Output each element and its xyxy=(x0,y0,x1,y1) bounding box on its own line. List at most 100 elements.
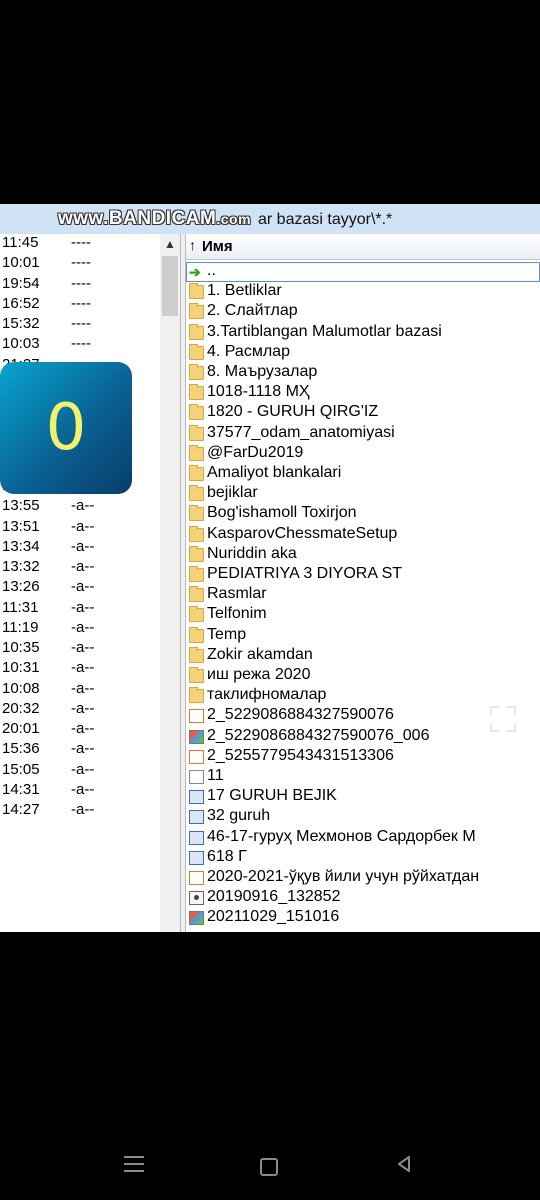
file-row[interactable]: 20211029_151016 xyxy=(186,908,540,928)
pdf-file-icon xyxy=(189,749,204,764)
path-bar[interactable]: ar bazasi tayyor\*.* www.BANDICAM.com xyxy=(0,204,540,235)
scrollbar-thumb[interactable] xyxy=(162,256,178,316)
scroll-up-arrow-icon[interactable]: ▲ xyxy=(160,234,180,254)
folder-icon xyxy=(189,343,204,360)
name-column-header[interactable]: ↑ Имя xyxy=(186,234,540,260)
folder-row[interactable]: 1820 - GURUH QIRG'IZ xyxy=(186,403,540,423)
image-file-icon xyxy=(189,911,204,926)
folder-row[interactable]: 37577_odam_anatomiyasi xyxy=(186,424,540,444)
left-list-row[interactable]: 20:01 -a-- xyxy=(0,720,160,740)
folder-row[interactable]: KasparovChessmateSetup xyxy=(186,525,540,545)
left-list-row[interactable]: 19:54 ---- xyxy=(0,275,160,295)
folder-icon xyxy=(189,667,204,683)
left-list-row[interactable]: 15:32 ---- xyxy=(0,315,160,335)
left-file-panel[interactable]: 11:45 ---- 10:01 ---- 19:54 ---- 16:52 ---- 15:3… xyxy=(0,234,180,932)
left-list-row[interactable]: 15:05 -a-- xyxy=(0,761,160,781)
file-name: Amaliyot blankalari xyxy=(207,464,342,481)
folder-icon xyxy=(189,424,204,441)
watermark-domain: .com xyxy=(216,211,252,227)
left-list-row[interactable]: 11:31 -a-- xyxy=(0,599,160,619)
left-list-row[interactable]: 15:36 -a-- xyxy=(0,740,160,760)
left-list-row[interactable]: 13:26 -a-- xyxy=(0,578,160,598)
folder-row[interactable]: 4. Расмлар xyxy=(186,343,540,363)
home-icon[interactable] xyxy=(260,1158,278,1176)
left-list-row[interactable]: 16:52 ---- xyxy=(0,295,160,315)
folder-row[interactable]: bejiklar xyxy=(186,484,540,504)
file-attributes: -a-- xyxy=(71,760,95,778)
left-list-row[interactable]: 10:35 -a-- xyxy=(0,639,160,659)
left-list-row[interactable]: 14:27 -a-- xyxy=(0,801,160,821)
word-file-icon xyxy=(189,830,204,845)
file-name: bejiklar xyxy=(207,484,258,502)
left-list-row[interactable]: 14:31 -a-- xyxy=(0,781,160,801)
folder-row[interactable]: таклифномалар xyxy=(186,686,540,706)
left-list-row[interactable]: 10:01 ---- xyxy=(0,254,160,274)
folder-row[interactable]: 8. Маърузалар xyxy=(186,363,540,383)
folder-icon xyxy=(189,646,204,663)
file-attributes: -a-- xyxy=(71,780,95,798)
counter-badge: 0 xyxy=(0,362,132,494)
file-name: иш режа 2020 xyxy=(207,666,311,683)
file-row[interactable]: 2_5255779543431513306 xyxy=(186,747,540,767)
folder-row[interactable]: иш режа 2020 xyxy=(186,666,540,686)
file-name: 20190916_132852 xyxy=(207,888,341,906)
pdf-file-icon xyxy=(189,871,204,885)
folder-row[interactable]: PEDIATRIYA 3 DIYORA ST xyxy=(186,565,540,585)
file-name: Temp xyxy=(207,625,247,643)
left-list-row[interactable]: 10:08 -a-- xyxy=(0,680,160,700)
left-list-row[interactable]: 13:55 -a-- xyxy=(0,497,160,517)
file-row[interactable]: 20190916_132852 xyxy=(186,888,540,908)
file-row[interactable]: 11 xyxy=(186,767,540,787)
file-name: 2. Слайтлар xyxy=(207,302,298,320)
folder-row[interactable]: 3.Tartiblangan Malumotlar bazasi xyxy=(186,323,540,343)
file-row[interactable]: 2_5229086884327590076 xyxy=(186,706,540,726)
folder-icon xyxy=(189,444,204,461)
folder-row[interactable]: Telfonim xyxy=(186,605,540,625)
folder-row[interactable]: Temp xyxy=(186,626,540,646)
left-list-row[interactable]: 11:19 -a-- xyxy=(0,619,160,639)
left-list-row[interactable]: 13:32 -a-- xyxy=(0,558,160,578)
folder-row[interactable]: Amaliyot blankalari xyxy=(186,464,540,484)
file-time: 10:31 xyxy=(2,659,40,677)
file-attributes: -a-- xyxy=(71,801,95,818)
left-list-row[interactable]: 13:51 -a-- xyxy=(0,518,160,538)
file-name: 17 GURUH BEJIK xyxy=(207,787,337,805)
folder-row[interactable]: Nuriddin aka xyxy=(186,545,540,565)
up-arrow-icon: ➔ xyxy=(189,264,201,280)
left-list-row[interactable]: 10:31 -a-- xyxy=(0,659,160,679)
file-time: 11:45 xyxy=(2,234,39,251)
back-icon[interactable] xyxy=(394,1154,414,1174)
left-list-row[interactable]: 11:45 ---- xyxy=(0,234,160,254)
folder-row[interactable]: Bog'ishamoll Toxirjon xyxy=(186,504,540,524)
recent-apps-menu-icon[interactable] xyxy=(124,1156,144,1172)
word-file-icon xyxy=(189,810,204,825)
left-list-row[interactable]: 20:32 -a-- xyxy=(0,700,160,720)
file-row[interactable]: 46-17-гуруҳ Мехмонов Сардорбек М xyxy=(186,828,540,848)
file-name: 46-17-гуруҳ Мехмонов Сардорбек М xyxy=(207,827,476,845)
file-name: 37577_odam_anatomiyasi xyxy=(207,423,395,441)
folder-row[interactable]: 1018-1118 МҲ xyxy=(186,383,540,403)
folder-row[interactable]: @FarDu2019 xyxy=(186,444,540,464)
file-row[interactable]: 2_5229086884327590076_006 xyxy=(186,727,540,747)
left-scrollbar[interactable]: ▲ xyxy=(160,234,180,932)
left-list-row[interactable]: 13:34 -a-- xyxy=(0,538,160,558)
file-row[interactable]: 32 guruh xyxy=(186,807,540,827)
folder-row[interactable]: 2. Слайтлар xyxy=(186,302,540,322)
file-name: 2_5229086884327590076 xyxy=(207,706,394,724)
file-row[interactable]: 618 Г xyxy=(186,848,540,868)
fullscreen-expand-icon[interactable] xyxy=(490,706,516,732)
file-row[interactable]: 2020-2021-ўқув йили учун рўйхатдан xyxy=(186,868,540,888)
file-name: 1820 - GURUH QIRG'IZ xyxy=(207,403,379,421)
folder-row[interactable]: 1. Betliklar xyxy=(186,282,540,302)
parent-directory-row[interactable]: ➔.. xyxy=(186,262,540,282)
file-row[interactable]: 17 GURUH BEJIK xyxy=(186,787,540,807)
file-time: 14:31 xyxy=(2,780,40,798)
folder-icon xyxy=(189,606,204,623)
word-file-icon xyxy=(189,790,204,805)
folder-row[interactable]: Zokir akamdan xyxy=(186,646,540,666)
file-attributes: -a-- xyxy=(71,699,95,717)
folder-row[interactable]: Rasmlar xyxy=(186,585,540,605)
left-list-row[interactable]: 10:03 ---- xyxy=(0,335,160,355)
counter-badge-value: 0 xyxy=(45,391,87,465)
right-file-panel[interactable]: ↑ Имя ➔.. 1. Betliklar 2. Слайтлар 3.Tartib… xyxy=(186,234,540,932)
